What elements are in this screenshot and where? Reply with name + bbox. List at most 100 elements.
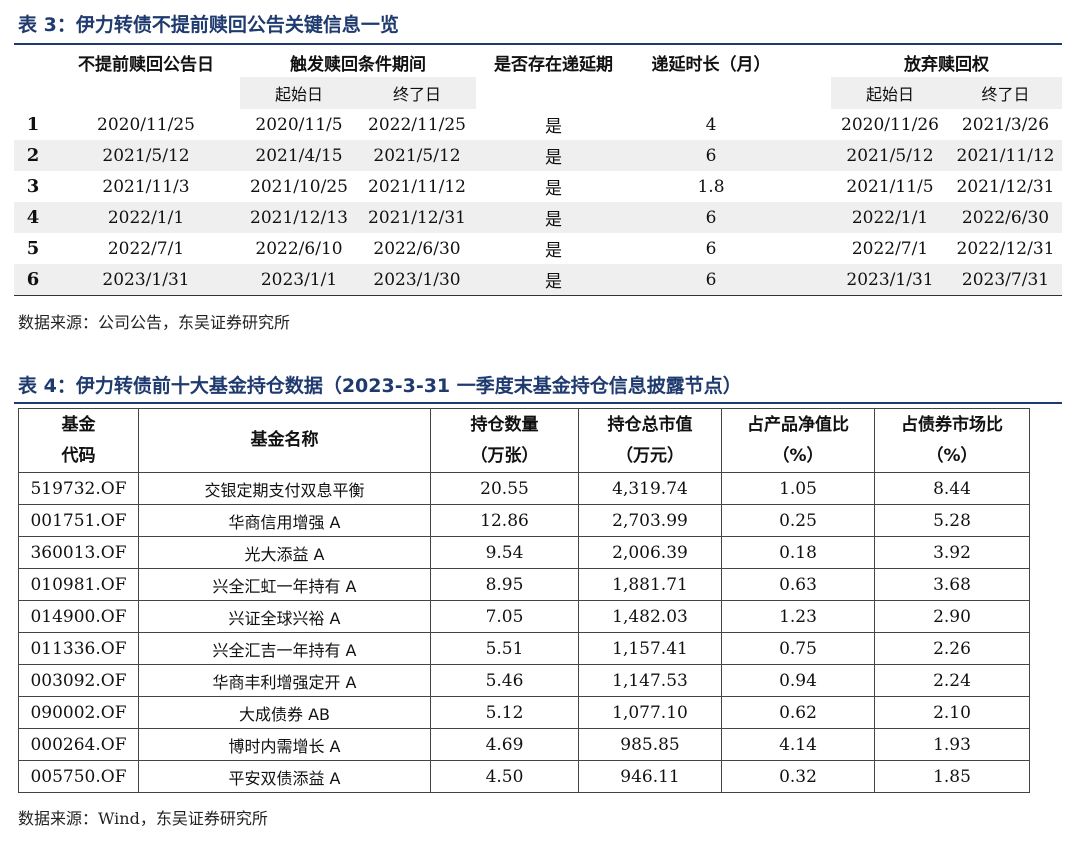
row-index: 1	[26, 114, 40, 135]
cell-trigger-start: 2021/12/13	[240, 202, 358, 233]
cell-waive-start: 2021/11/5	[846, 176, 934, 197]
cell-trigger-end: 2023/1/30	[358, 264, 476, 296]
cell-announce-date: 2020/11/25	[97, 114, 195, 135]
cell-holding-qty: 8.95	[430, 568, 579, 601]
cell-waive-end: 2021/11/12	[949, 140, 1062, 171]
header-market-value: 持仓总市值 （万元）	[578, 408, 722, 473]
table4: 基金 代码 基金名称 持仓数量 （万张） 持仓总市值 （万元） 占产品净值比 （%） 占…	[18, 408, 1030, 793]
cell-market-ratio: 2.26	[874, 632, 1030, 665]
cell-fund-code: 010981.OF	[18, 568, 139, 601]
cell-waive-end: 2022/6/30	[949, 202, 1062, 233]
cell-fund-name: 大成债券 AB	[138, 696, 431, 729]
row-index: 2	[14, 140, 52, 171]
table-row: 090002.OF 大成债券 AB 5.12 1,077.10 0.62 2.1…	[18, 696, 1030, 729]
cell-fund-name: 博时内需增长 A	[138, 728, 431, 761]
cell-announce-date: 2021/11/3	[102, 176, 190, 197]
header-waive-redemption: 放弃赎回权	[904, 54, 989, 75]
cell-holding-qty: 5.46	[430, 664, 579, 697]
header-market-ratio: 占债券市场比 （%）	[874, 408, 1030, 473]
cell-nav-ratio: 4.14	[721, 728, 875, 761]
cell-trigger-start: 2022/6/10	[255, 238, 343, 259]
cell-holding-qty: 12.86	[430, 504, 579, 537]
cell-market-value: 2,703.99	[578, 504, 722, 537]
cell-has-extension: 是	[476, 264, 631, 296]
table4-title-rule	[14, 402, 1062, 404]
cell-extension-length: 4	[705, 114, 717, 135]
cell-waive-start: 2023/1/31	[831, 264, 949, 296]
cell-nav-ratio: 0.32	[721, 760, 875, 793]
cell-market-ratio: 2.24	[874, 664, 1030, 697]
table-row: 014900.OF 兴证全球兴裕 A 7.05 1,482.03 1.23 2.…	[18, 600, 1030, 633]
cell-waive-start: 2020/11/26	[841, 114, 939, 135]
cell-has-extension: 是	[545, 179, 562, 199]
cell-announce-date: 2022/1/1	[52, 202, 240, 233]
header-nav-ratio: 占产品净值比 （%）	[721, 408, 875, 473]
table-row: 000264.OF 博时内需增长 A 4.69 985.85 4.14 1.93	[18, 728, 1030, 761]
cell-market-value: 985.85	[578, 728, 722, 761]
cell-trigger-end: 2021/12/31	[358, 202, 476, 233]
cell-market-ratio: 2.10	[874, 696, 1030, 729]
cell-has-extension: 是	[476, 202, 631, 233]
cell-holding-qty: 20.55	[430, 472, 579, 505]
row-index: 3	[26, 176, 40, 197]
cell-holding-qty: 5.12	[430, 696, 579, 729]
cell-fund-name: 兴证全球兴裕 A	[138, 600, 431, 633]
cell-trigger-end: 2022/11/25	[368, 114, 466, 135]
table4-source: 数据来源：Wind，东吴证券研究所	[18, 809, 268, 828]
subheader-trigger-start: 起始日	[240, 77, 358, 109]
cell-announce-date: 2021/5/12	[52, 140, 240, 171]
cell-market-value: 1,147.53	[578, 664, 722, 697]
cell-waive-start: 2022/1/1	[831, 202, 949, 233]
cell-nav-ratio: 0.25	[721, 504, 875, 537]
cell-market-ratio: 2.90	[874, 600, 1030, 633]
cell-fund-code: 003092.OF	[18, 664, 139, 697]
cell-holding-qty: 7.05	[430, 600, 579, 633]
table-row: 005750.OF 平安双债添益 A 4.50 946.11 0.32 1.85	[18, 760, 1030, 793]
table-row: 003092.OF 华商丰利增强定开 A 5.46 1,147.53 0.94 …	[18, 664, 1030, 697]
header-trigger-period: 触发赎回条件期间	[290, 54, 426, 75]
table3-header-row: 不提前赎回公告日 触发赎回条件期间 是否存在递延期 递延时长（月） 放弃赎回权	[14, 47, 1062, 77]
cell-market-ratio: 5.28	[874, 504, 1030, 537]
cell-nav-ratio: 0.75	[721, 632, 875, 665]
cell-holding-qty: 4.69	[430, 728, 579, 761]
table-row: 010981.OF 兴全汇虹一年持有 A 8.95 1,881.71 0.63 …	[18, 568, 1030, 601]
cell-fund-name: 华商信用增强 A	[138, 504, 431, 537]
cell-nav-ratio: 0.62	[721, 696, 875, 729]
header-fund-code: 基金 代码	[18, 408, 139, 473]
cell-nav-ratio: 0.18	[721, 536, 875, 569]
cell-announce-date: 2023/1/31	[52, 264, 240, 296]
cell-extension-length: 6	[631, 202, 791, 233]
cell-has-extension: 是	[545, 117, 562, 137]
table-row: 3 2021/11/3 2021/10/25 2021/11/12 是 1.8 …	[14, 171, 1062, 202]
cell-market-ratio: 1.93	[874, 728, 1030, 761]
cell-fund-code: 001751.OF	[18, 504, 139, 537]
cell-fund-name: 光大添益 A	[138, 536, 431, 569]
cell-fund-name: 交银定期支付双息平衡	[138, 472, 431, 505]
cell-holding-qty: 5.51	[430, 632, 579, 665]
cell-fund-code: 360013.OF	[18, 536, 139, 569]
cell-trigger-start: 2021/10/25	[250, 176, 348, 197]
table4-header-row: 基金 代码 基金名称 持仓数量 （万张） 持仓总市值 （万元） 占产品净值比 （%） 占…	[18, 408, 1030, 473]
table-row: 001751.OF 华商信用增强 A 12.86 2,703.99 0.25 5…	[18, 504, 1030, 537]
cell-market-ratio: 3.68	[874, 568, 1030, 601]
cell-fund-code: 011336.OF	[18, 632, 139, 665]
table3: 不提前赎回公告日 触发赎回条件期间 是否存在递延期 递延时长（月） 放弃赎回权 …	[14, 47, 1062, 296]
cell-waive-end: 2022/12/31	[956, 238, 1055, 259]
table-row: 6 2023/1/31 2023/1/1 2023/1/30 是 6 2023/…	[14, 264, 1062, 296]
row-index: 6	[14, 264, 52, 296]
cell-market-value: 2,006.39	[578, 536, 722, 569]
cell-trigger-end: 2021/11/12	[368, 176, 466, 197]
cell-trigger-end: 2022/6/30	[373, 238, 461, 259]
row-index: 4	[14, 202, 52, 233]
subheader-trigger-end: 终了日	[358, 77, 476, 109]
cell-nav-ratio: 0.94	[721, 664, 875, 697]
header-holding-qty: 持仓数量 （万张）	[430, 408, 579, 473]
cell-waive-end: 2023/7/31	[949, 264, 1062, 296]
cell-market-value: 4,319.74	[578, 472, 722, 505]
header-has-extension: 是否存在递延期	[494, 54, 613, 75]
cell-market-ratio: 8.44	[874, 472, 1030, 505]
table-row: 5 2022/7/1 2022/6/10 2022/6/30 是 6 2022/…	[14, 233, 1062, 264]
cell-fund-code: 005750.OF	[18, 760, 139, 793]
subheader-waive-end: 终了日	[949, 77, 1062, 109]
table-row: 360013.OF 光大添益 A 9.54 2,006.39 0.18 3.92	[18, 536, 1030, 569]
